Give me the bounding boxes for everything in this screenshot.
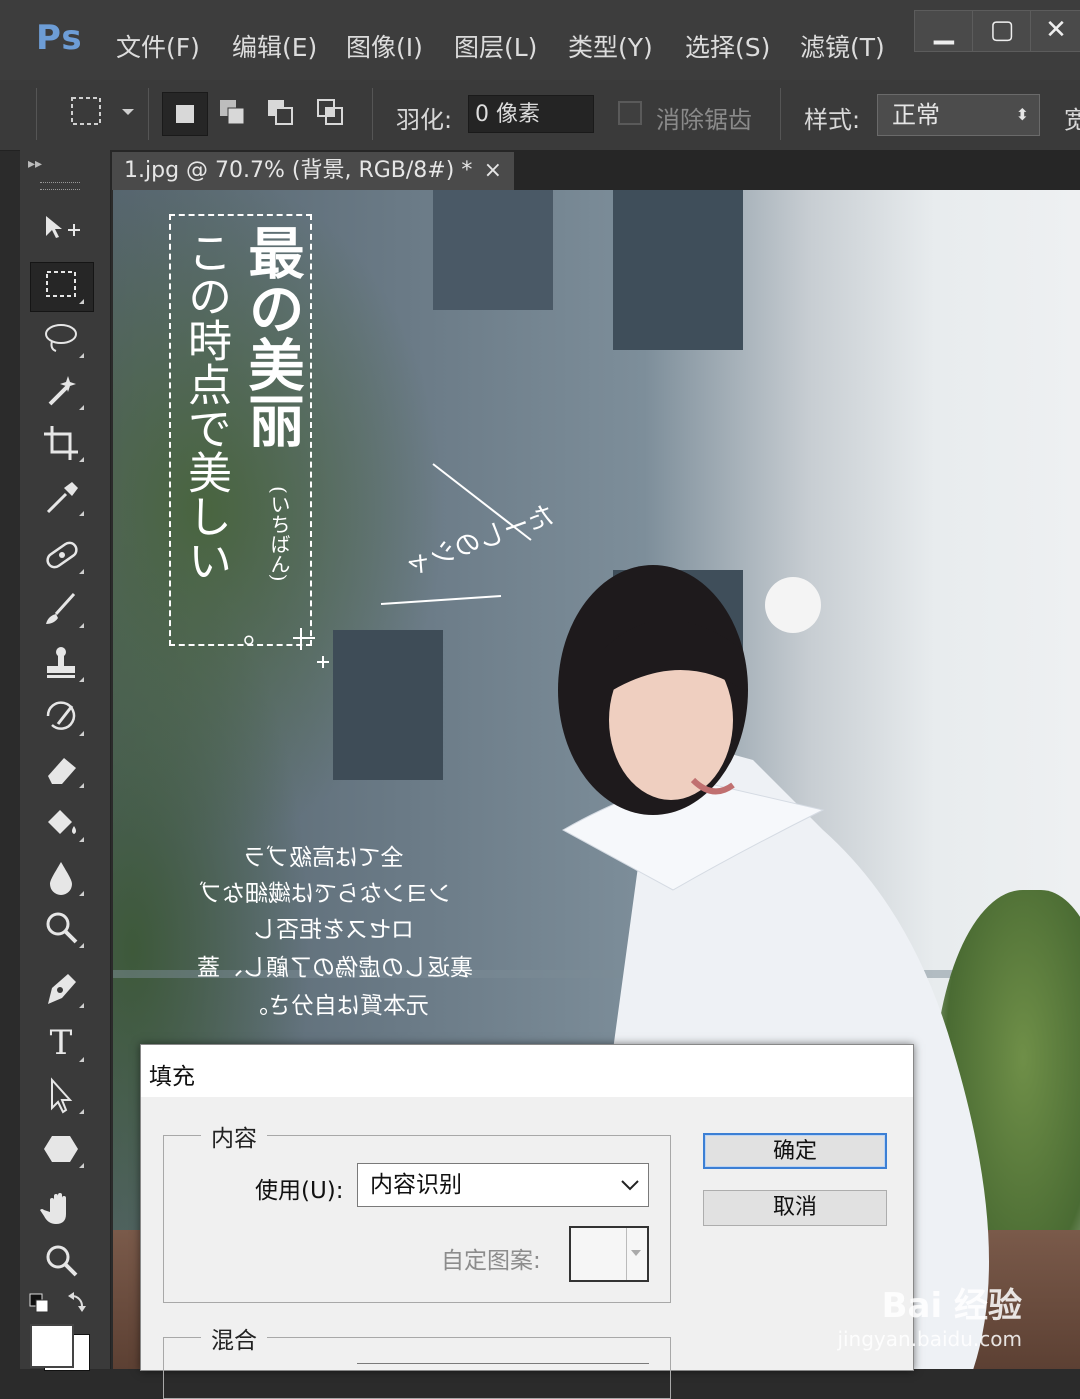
style-value: 正常 — [892, 101, 940, 129]
zoom-tool-icon[interactable] — [38, 1238, 84, 1284]
watermark-brand: Bai 经验 — [881, 1286, 1022, 1326]
collapse-panel-icon[interactable]: ▸▸ — [28, 156, 42, 172]
document-tab[interactable]: 1.jpg @ 70.7% (背景, RGB/8#) * × — [112, 152, 514, 190]
subheadline-text: この時点で美しい — [180, 230, 231, 582]
path-selection-tool-icon[interactable] — [38, 1072, 84, 1118]
antialias-label: 消除锯齿 — [656, 106, 752, 134]
foreground-color-swatch[interactable] — [30, 1324, 74, 1368]
menu-type[interactable]: 类型(Y) — [568, 28, 653, 64]
swap-colors-icon[interactable] — [28, 1290, 92, 1320]
clone-stamp-tool-icon[interactable] — [38, 640, 84, 686]
custom-pattern-label: 自定图案: — [441, 1248, 541, 1274]
feather-input[interactable]: 0 像素 — [468, 95, 594, 133]
paragraph-line-3: ロセスを拒否し — [253, 917, 414, 943]
photoshop-logo: Ps — [36, 18, 83, 58]
menu-select[interactable]: 选择(S) — [685, 28, 770, 64]
marquee-preset-icon[interactable] — [66, 94, 146, 130]
rectangular-marquee-tool-icon[interactable] — [38, 262, 84, 308]
watermark-url: jingyan.baidu.com — [837, 1327, 1022, 1351]
hand-tool-icon[interactable] — [38, 1186, 84, 1232]
dialog-title-bar[interactable] — [141, 1045, 913, 1097]
menu-file[interactable]: 文件(F) — [116, 28, 200, 64]
new-selection-button[interactable] — [162, 92, 208, 136]
style-label: 样式: — [804, 106, 861, 134]
crop-tool-icon[interactable] — [38, 420, 84, 466]
period-mark: 。 — [243, 616, 273, 651]
maximize-button[interactable]: ▢ — [972, 10, 1032, 52]
headline-text: 最の美丽 — [239, 224, 305, 448]
antialias-checkbox[interactable] — [618, 101, 642, 125]
move-tool-icon[interactable] — [38, 206, 84, 252]
shape-tool-icon[interactable] — [38, 1126, 84, 1172]
paragraph-line-4: 裏返しの虚偽の了顧し、蓋 — [197, 955, 473, 981]
blur-tool-icon[interactable] — [38, 854, 84, 900]
building-window — [433, 190, 553, 310]
close-window-button[interactable]: ✕ — [1030, 10, 1080, 52]
panel-grip[interactable] — [40, 182, 80, 190]
paragraph-line-2: ンヨンならでは繊細なブ — [199, 881, 452, 907]
building-window — [333, 630, 443, 780]
feather-label: 羽化: — [396, 106, 453, 134]
eyedropper-tool-icon[interactable] — [38, 474, 84, 520]
pen-tool-icon[interactable] — [38, 966, 84, 1012]
fill-dialog: 填充 内容 使用(U): 内容识别 自定图案: 混合 确定 取消 — [140, 1044, 914, 1399]
use-select-value: 内容识别 — [370, 1172, 462, 1198]
chevron-down-icon — [621, 1180, 639, 1191]
menu-filter[interactable]: 滤镜(T) — [800, 28, 885, 64]
menu-image[interactable]: 图像(I) — [346, 28, 423, 64]
subtract-from-selection-icon[interactable] — [262, 94, 302, 132]
paint-bucket-tool-icon[interactable] — [38, 800, 84, 846]
eraser-tool-icon[interactable] — [38, 746, 84, 792]
updown-icon: ⬍ — [1015, 105, 1029, 124]
add-to-selection-icon[interactable] — [214, 94, 254, 132]
headline-ruby-text: (いちばん) — [267, 486, 291, 582]
history-brush-tool-icon[interactable] — [38, 694, 84, 740]
type-tool-icon[interactable]: T — [38, 1020, 84, 1066]
dialog-title: 填充 — [149, 1064, 195, 1090]
content-group-legend: 内容 — [201, 1119, 267, 1153]
paragraph-line-5: 元本質は自分さ。 — [245, 993, 429, 1019]
custom-pattern-picker — [569, 1226, 649, 1282]
pattern-dropdown-icon — [631, 1250, 641, 1256]
baidu-watermark: Bai 经验 jingyan.baidu.com — [837, 1278, 1022, 1351]
close-tab-icon[interactable]: × — [484, 152, 502, 190]
dodge-tool-icon[interactable] — [38, 906, 84, 952]
menu-layer[interactable]: 图层(L) — [454, 28, 537, 64]
ok-button[interactable]: 确定 — [703, 1133, 887, 1169]
healing-brush-tool-icon[interactable] — [38, 532, 84, 578]
minimize-button[interactable]: ▁ — [914, 10, 974, 52]
lasso-tool-icon[interactable] — [38, 316, 84, 362]
paragraph-line-1: 全ては高級ブラ — [243, 845, 404, 871]
intersect-selection-icon[interactable] — [312, 94, 352, 132]
use-label: 使用(U): — [255, 1178, 344, 1204]
document-tab-title: 1.jpg @ 70.7% (背景, RGB/8#) * — [124, 158, 473, 183]
blend-group-legend: 混合 — [201, 1321, 267, 1355]
crosshair-cursor-icon — [293, 628, 329, 668]
blend-mode-select[interactable] — [357, 1363, 649, 1372]
width-label: 宽 — [1064, 106, 1080, 134]
brush-tool-icon[interactable] — [38, 586, 84, 632]
magic-wand-tool-icon[interactable] — [38, 368, 84, 414]
cancel-button[interactable]: 取消 — [703, 1190, 887, 1226]
building-window — [613, 190, 743, 350]
menu-edit[interactable]: 编辑(E) — [232, 28, 317, 64]
use-select[interactable]: 内容识别 — [357, 1163, 649, 1207]
style-select[interactable]: 正常 ⬍ — [877, 94, 1040, 136]
